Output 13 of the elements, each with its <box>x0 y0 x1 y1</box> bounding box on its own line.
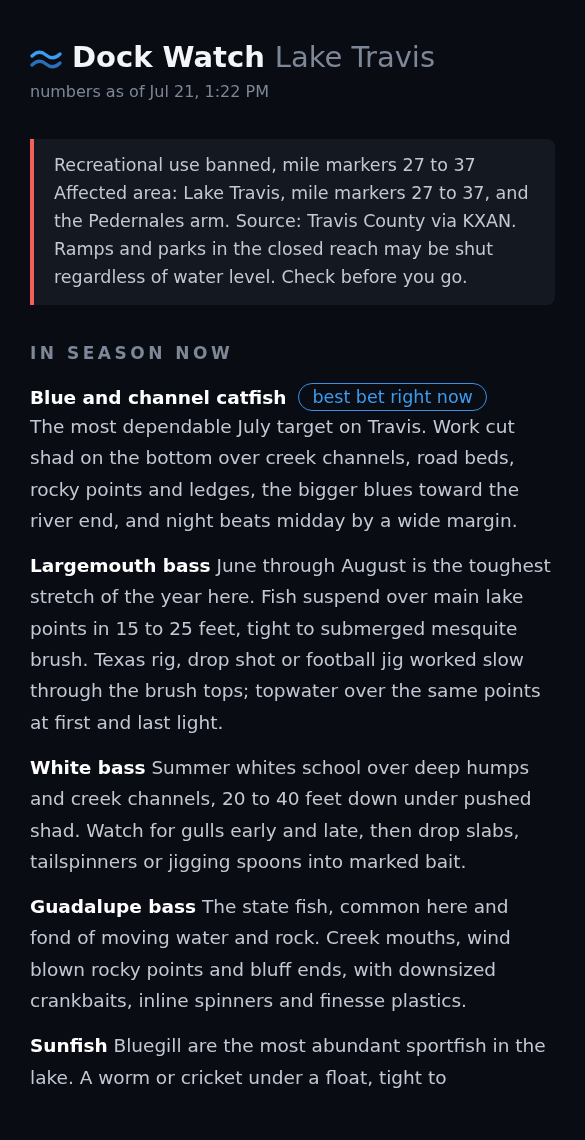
update-time: numbers as of Jul 21, 1:22 PM <box>30 82 270 101</box>
alert-text: Affected area: Lake Travis, mile markers 27 to 37, and the Pedernales arm. Source: Travis County via KXAN. Ramps and parks in the closed reach may be shut regardless of water level. Check before you go. <box>54 182 530 289</box>
species-name: Blue and channel catfish <box>30 386 287 408</box>
waves-icon <box>30 48 62 70</box>
species-entry: White bass Summer whites school over deep humps and creek channels, 20 to 40 feet down under pushed shad. Watch for gulls early and late, then drop slabs, tailspinners or jigging spoons into marked bait. <box>30 755 533 874</box>
species-description: The most dependable July target on Travis. Work cut shad on the bottom over creek channels, road beds, rocky points and ledges, the bigger blues toward the river end, and night beats midday by a wide margin. <box>30 415 521 533</box>
species-entry: Guadalupe bass The state fish, common here and fond of moving water and rock. Creek mouths, wind blown rocky points and bluff ends, with downsized crankbaits, inline spinners and finesse plastics. <box>30 895 512 1014</box>
species-entry: Largemouth bass June through August is the toughest stretch of the year here. Fish suspend over main lake points in 15 to 25 feet, tight to submerged mesquite brush. Texas rig, drop shot or football jig worked slow through the brush tops; topwater over the same points at first and last light. <box>30 554 552 735</box>
lake-name: Lake Travis <box>274 40 436 74</box>
section-heading: IN SEASON NOW <box>30 343 235 363</box>
species-entry: Sunfish Bluegill are the most abundant sportfish in the lake. A worm or cricket under a float, tight to <box>30 1034 547 1090</box>
app-title: Dock Watch <box>72 40 265 74</box>
alert-title: Recreational use banned, mile markers 27 to 37 <box>54 154 477 177</box>
